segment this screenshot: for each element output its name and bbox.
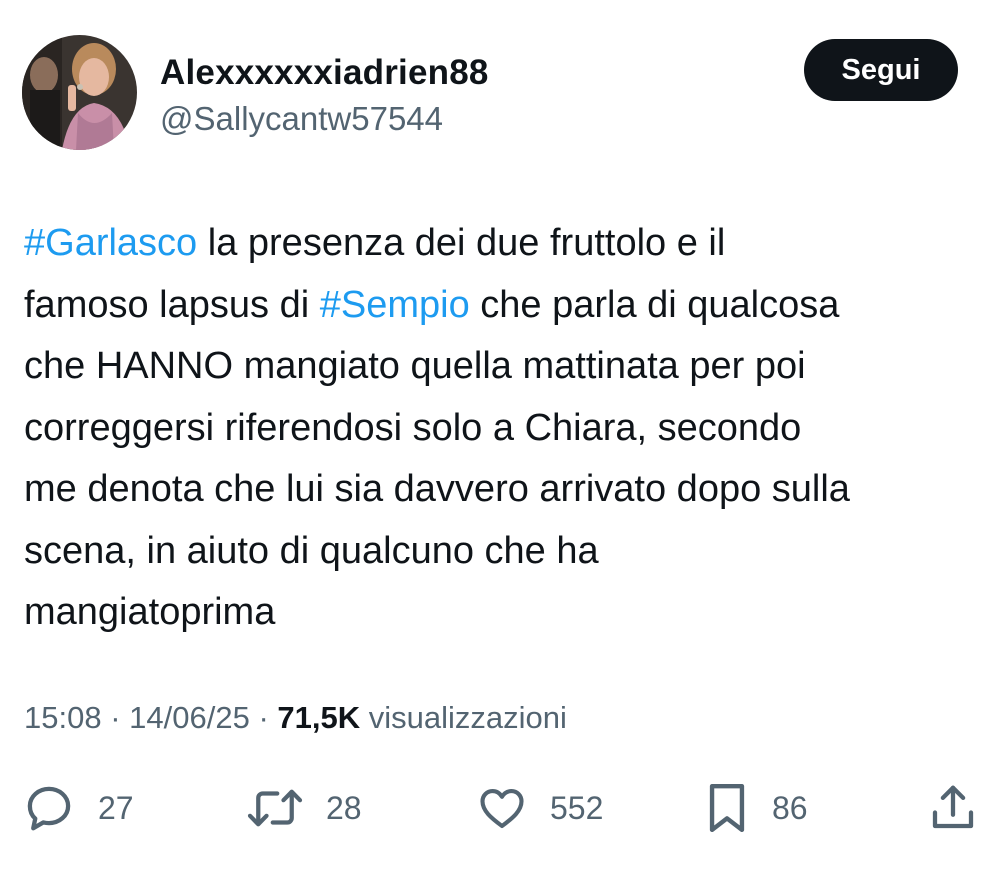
share-button[interactable] [928, 778, 978, 838]
user-handle[interactable]: @Sallycantw57544 [160, 99, 489, 139]
action-bar: 27 28 552 86 [0, 778, 1000, 838]
share-icon [932, 785, 974, 829]
tweet-header: Alexxxxxxiadrien88 @Sallycantw57544 Segu… [22, 35, 962, 150]
meta-separator: · [110, 700, 121, 735]
author-names: Alexxxxxxiadrien88 @Sallycantw57544 [160, 53, 489, 139]
bookmark-count: 86 [772, 789, 808, 826]
tweet-time[interactable]: 15:08 [24, 700, 102, 735]
tweet-text-segment: che parla di qualcosa che HANNO mangiato… [24, 283, 850, 634]
display-name[interactable]: Alexxxxxxiadrien88 [160, 53, 489, 93]
hashtag-link[interactable]: #Garlasco [24, 222, 197, 264]
heart-icon [480, 789, 524, 829]
tweet-meta: 15:08 · 14/06/25 · 71,5K visualizzazioni [24, 696, 567, 740]
like-count: 552 [550, 789, 604, 826]
hashtag-link[interactable]: #Sempio [320, 284, 470, 326]
retweet-count: 28 [326, 789, 362, 826]
retweet-button[interactable]: 28 [246, 778, 362, 838]
views-label: visualizzazioni [368, 700, 567, 735]
bookmark-icon [709, 783, 745, 833]
follow-button[interactable]: Segui [804, 39, 958, 101]
reply-button[interactable]: 27 [22, 778, 134, 838]
tweet-text: #Garlasco la presenza dei due fruttolo e… [24, 213, 984, 644]
like-button[interactable]: 552 [476, 778, 603, 838]
retweet-icon [247, 789, 303, 827]
avatar[interactable] [22, 35, 137, 150]
views-count: 71,5K [277, 700, 361, 735]
profile-photo-icon [22, 35, 137, 150]
meta-separator: · [258, 700, 269, 735]
reply-icon [27, 786, 71, 831]
tweet-date[interactable]: 14/06/25 [129, 700, 250, 735]
bookmark-button[interactable]: 86 [704, 778, 808, 838]
reply-count: 27 [98, 789, 134, 826]
